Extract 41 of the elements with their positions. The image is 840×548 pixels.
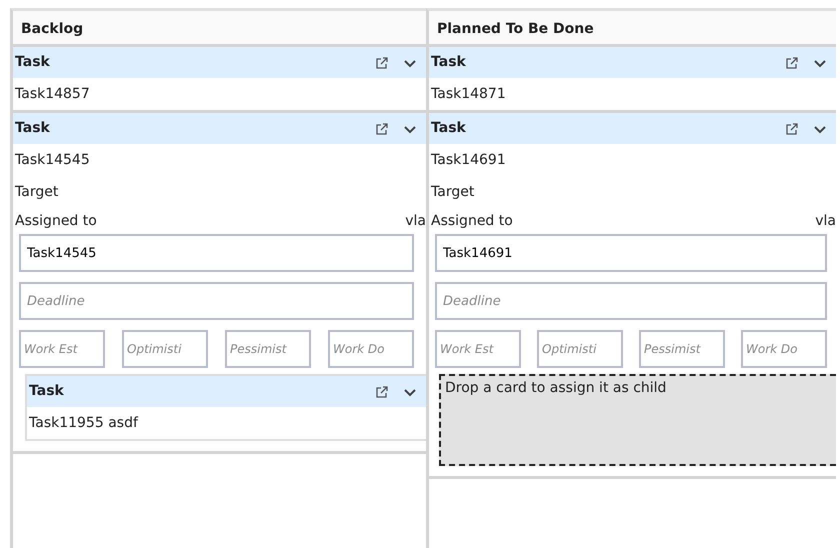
drop-zone[interactable]: Drop a card to assign it as child [439, 374, 836, 466]
assigned-value: vla [815, 212, 836, 231]
estimate-field[interactable]: Pessimist [225, 330, 311, 368]
card-title: Task14871 [430, 85, 507, 104]
card-title: Task14857 [14, 85, 91, 104]
target-label: Target [14, 183, 60, 202]
name-field[interactable]: Task14545 [19, 234, 414, 272]
open-external-icon[interactable] [374, 120, 390, 136]
assigned-label: Assigned to [431, 212, 513, 231]
card-type-label: Task [431, 119, 467, 138]
card-type-label: Task [15, 53, 51, 72]
card-title: Task14545 [14, 151, 91, 170]
deadline-field[interactable]: Deadline [435, 282, 827, 320]
open-external-icon[interactable] [374, 54, 390, 70]
estimate-field[interactable]: Work Do [328, 330, 414, 368]
card-title: Task11955 asdf [28, 414, 140, 433]
estimate-field[interactable]: Work Est [19, 330, 105, 368]
task-card[interactable]: Task Task14871 [429, 47, 836, 113]
name-field[interactable]: Task14691 [435, 234, 827, 272]
estimate-field[interactable]: Optimisti [122, 330, 208, 368]
estimate-field[interactable]: Pessimist [639, 330, 725, 368]
deadline-field[interactable]: Deadline [19, 282, 414, 320]
card-type-label: Task [29, 382, 65, 401]
card-type-label: Task [15, 119, 51, 138]
open-external-icon[interactable] [784, 120, 800, 136]
task-card[interactable]: Task Task14857 [13, 47, 426, 113]
estimate-field[interactable]: Work Do [741, 330, 827, 368]
assigned-label: Assigned to [15, 212, 97, 231]
estimate-field[interactable]: Work Est [435, 330, 521, 368]
open-external-icon[interactable] [374, 384, 390, 400]
task-card[interactable]: Task Task14545 Target Assigned to vla Task14545 Deadline Work Est Optimisti Pessimist Work Do Task Task11955 asdf [13, 113, 426, 454]
task-card[interactable]: Task Task11955 asdf [25, 374, 426, 441]
card-type-label: Task [431, 53, 467, 72]
column-header: Planned To Be Done [429, 11, 836, 47]
column-header: Backlog [13, 11, 426, 47]
card-title: Task14691 [430, 151, 507, 170]
estimate-field[interactable]: Optimisti [537, 330, 623, 368]
open-external-icon[interactable] [784, 54, 800, 70]
task-card[interactable]: Task Task14691 Target Assigned to vla Task14691 Deadline Work Est Optimisti Pessimist Work Do Drop a card to assign it as child [429, 113, 836, 479]
target-label: Target [430, 183, 476, 202]
assigned-value: vla [405, 212, 426, 231]
